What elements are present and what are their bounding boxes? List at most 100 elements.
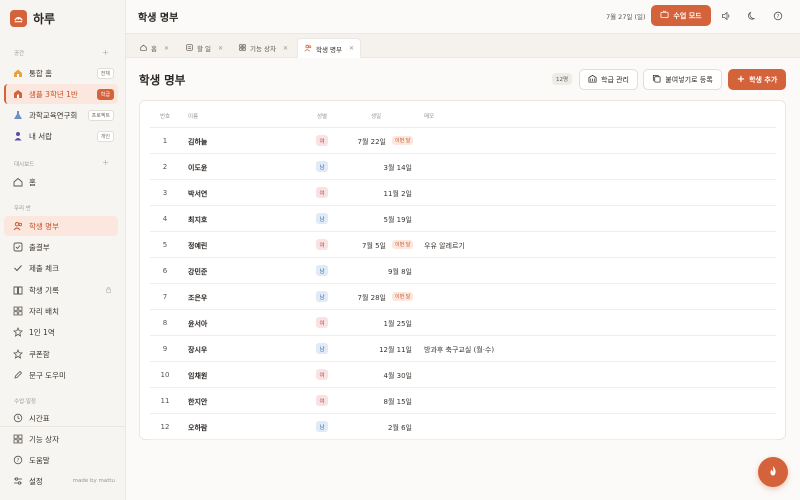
table-row[interactable]: 12 오하람 남 2월 6일 [150, 414, 776, 440]
section-dashboard-label: 대시보드 [14, 162, 35, 168]
sidebar-item-label: 설정 [29, 476, 43, 486]
sidebar-item-label: 쿠폰함 [29, 349, 50, 359]
close-icon[interactable]: ✕ [283, 45, 288, 52]
gender-badge: 여 [316, 187, 328, 198]
paste-register-button[interactable]: 붙여넣기로 등록 [643, 69, 722, 90]
sidebar-divider [0, 426, 125, 427]
add-student-label: 학생 추가 [749, 75, 778, 84]
table-row[interactable]: 1 김하늘 여 7월 22일 이번 달 [150, 128, 776, 154]
sidebar-item-help[interactable]: ? 도움말 [4, 450, 118, 470]
table-row[interactable]: 5 정예린 여 7월 5일 이번 달 우유 알레르기 [150, 232, 776, 258]
table-row[interactable]: 3 박서연 여 11월 2일 [150, 180, 776, 206]
sidebar-item-label: 내 서랍 [29, 131, 53, 141]
add-dashboard-icon[interactable]: + [102, 158, 109, 167]
add-student-button[interactable]: + 학생 추가 [728, 69, 786, 90]
this-month-badge: 이번 달 [392, 240, 414, 249]
building-icon [588, 74, 597, 85]
student-name: 김하늘 [188, 138, 208, 146]
add-space-icon[interactable]: + [102, 48, 109, 57]
sidebar-item-integrated-home[interactable]: 통합 홈 전체 [4, 63, 118, 83]
birthday: 7월 5일 [361, 242, 386, 250]
sidebar-item-one-role[interactable]: 1인 1역 [4, 322, 118, 342]
column-header-gender: 성별 [317, 114, 328, 120]
tab-bar: 홈 ✕ 할 일 ✕ 기능 상자 ✕ 학생 명부 ✕ [126, 34, 800, 58]
flame-icon [767, 465, 779, 479]
sidebar-item-phrase-helper[interactable]: 문구 도우미 [4, 365, 118, 385]
sidebar-item-coupons[interactable]: 쿠폰함 [4, 344, 118, 364]
sidebar-item-student-roster[interactable]: 학생 명부 [4, 216, 118, 236]
svg-text:?: ? [777, 14, 780, 20]
sidebar-item-attendance[interactable]: 출결부 [4, 237, 118, 257]
sidebar-item-my-drawer[interactable]: 내 서랍 개인 [4, 126, 118, 146]
tab-home[interactable]: 홈 ✕ [134, 38, 175, 58]
app-name: 하루 [33, 12, 56, 26]
table-row[interactable]: 2 이도윤 남 3월 14일 [150, 154, 776, 180]
gender-badge: 여 [316, 239, 328, 250]
table-row[interactable]: 6 강민준 남 9월 8일 [150, 258, 776, 284]
class-manage-label: 학급 관리 [601, 75, 629, 84]
close-icon[interactable]: ✕ [349, 45, 354, 52]
sound-icon[interactable] [719, 9, 733, 23]
space-badge: 프로젝트 [87, 109, 114, 121]
student-number: 1 [162, 137, 168, 145]
current-date: 7월 27일 (일) [606, 13, 646, 21]
home-outline-icon [13, 177, 23, 187]
person-icon [13, 131, 23, 141]
monitor-icon [660, 10, 669, 21]
sidebar-item-home[interactable]: 홈 [4, 172, 118, 192]
memo: 우유 알레르기 [424, 242, 465, 250]
sidebar-item-seat-layout[interactable]: 자리 배치 [4, 301, 118, 321]
class-manage-button[interactable]: 학급 관리 [579, 69, 638, 90]
moon-icon[interactable] [745, 9, 759, 23]
gender-badge: 여 [316, 317, 328, 328]
sidebar-item-label: 학생 기록 [29, 285, 59, 295]
class-mode-button[interactable]: 수업 모드 [651, 5, 711, 26]
tab-feature-box[interactable]: 기능 상자 ✕ [233, 38, 294, 58]
copy-icon [652, 74, 661, 85]
gender-badge: 여 [316, 369, 328, 380]
tab-todo[interactable]: 할 일 ✕ [180, 38, 229, 58]
sidebar-item-submission-check[interactable]: 제출 체크 [4, 258, 118, 278]
tab-label: 할 일 [197, 45, 212, 53]
birthday: 11월 2일 [383, 190, 412, 198]
sidebar-item-sample-class[interactable]: 샘플 3학년 1반 학급 [4, 84, 118, 104]
grid-icon [239, 43, 246, 53]
app-logo-icon [10, 10, 27, 27]
sidebar-item-feature-box[interactable]: 기능 상자 [4, 429, 118, 449]
gender-badge: 남 [316, 291, 328, 302]
birthday: 4월 30일 [383, 372, 412, 380]
check-icon [13, 263, 23, 273]
quick-action-button[interactable] [758, 457, 788, 487]
close-icon[interactable]: ✕ [218, 45, 223, 52]
gender-badge: 남 [316, 265, 328, 276]
table-row[interactable]: 11 한지안 여 8월 15일 [150, 388, 776, 414]
sidebar-item-label: 1인 1역 [29, 327, 55, 337]
table-row[interactable]: 7 조은우 남 7월 28일 이번 달 [150, 284, 776, 310]
sidebar-item-label: 기능 상자 [29, 434, 59, 444]
gender-badge: 남 [316, 421, 328, 432]
gender-badge: 여 [316, 135, 328, 146]
help-icon[interactable]: ? [771, 9, 785, 23]
this-month-badge: 이번 달 [392, 136, 414, 145]
checkbox-icon [13, 242, 23, 252]
birthday: 3월 14일 [383, 164, 412, 172]
grid-icon [13, 434, 23, 444]
tab-label: 홈 [151, 45, 157, 53]
table-row[interactable]: 4 최지호 남 5월 19일 [150, 206, 776, 232]
table-row[interactable]: 10 임채원 여 4월 30일 [150, 362, 776, 388]
close-icon[interactable]: ✕ [164, 45, 169, 52]
pencil-icon [13, 370, 23, 380]
tab-student-roster[interactable]: 학생 명부 ✕ [297, 38, 362, 58]
birthday: 9월 8일 [387, 268, 412, 276]
sidebar-item-timetable[interactable]: 시간표 [4, 408, 118, 428]
birthday: 12월 11일 [379, 346, 412, 354]
brand[interactable]: 하루 [10, 10, 55, 27]
tab-label: 기능 상자 [250, 45, 276, 53]
student-name: 한지안 [188, 398, 208, 406]
sidebar-item-student-records[interactable]: 학생 기록 [4, 280, 118, 300]
student-count-badge: 12명 [552, 73, 573, 85]
sidebar-item-science-club[interactable]: 과학교육연구회 프로젝트 [4, 105, 118, 125]
table-row[interactable]: 8 윤서아 여 1월 25일 [150, 310, 776, 336]
student-number: 2 [162, 163, 168, 171]
table-row[interactable]: 9 장시우 남 12월 11일 방과후 축구교실 (월·수) [150, 336, 776, 362]
